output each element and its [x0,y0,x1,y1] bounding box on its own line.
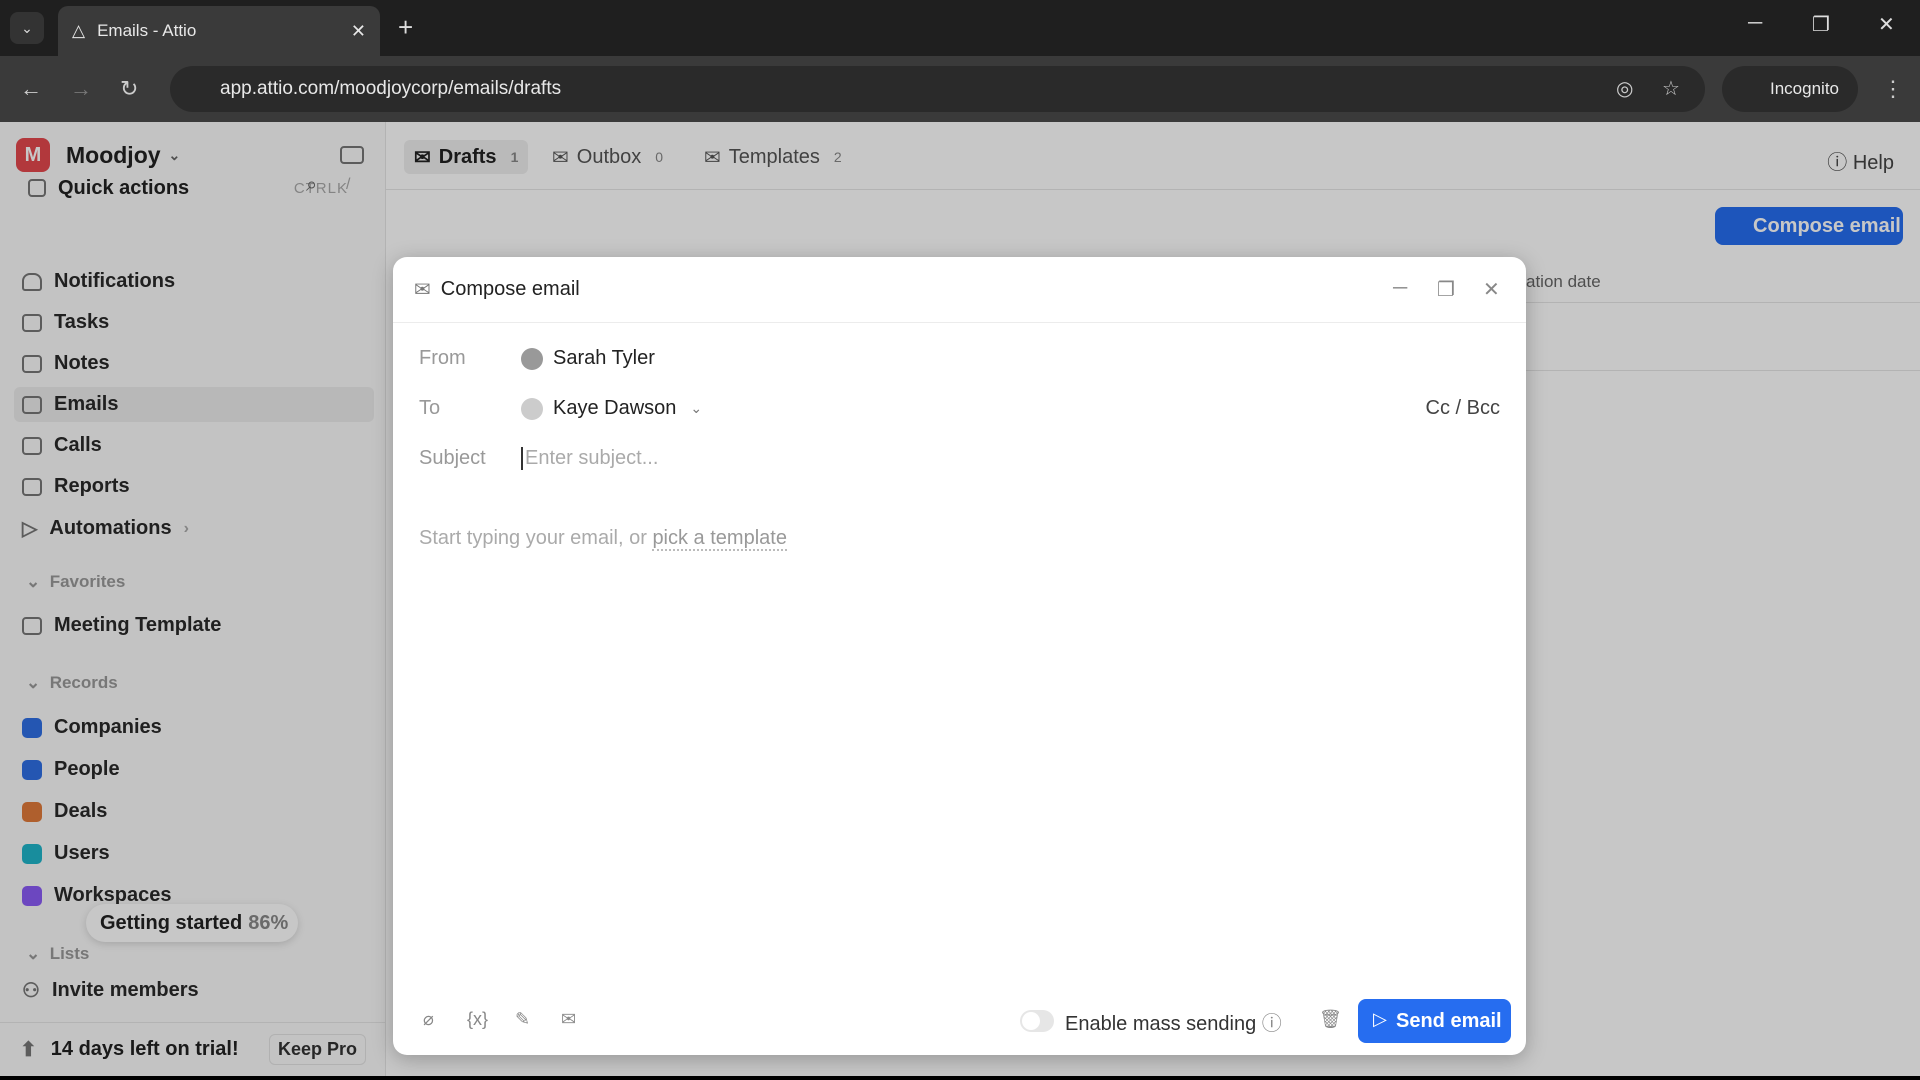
modal-footer: ⌀ {x} ✎ ✉ Enable mass sending ⓘ 🗑 Send e… [393,985,1526,1055]
variable-icon[interactable]: {x} [467,1009,488,1030]
to-value[interactable]: Kaye Dawson [553,397,676,420]
send-icon: ▷ [1373,1009,1387,1029]
modal-header: ✉ Compose email ─ ❐ ✕ [393,257,1526,323]
close-icon[interactable]: ✕ [1483,277,1500,302]
tab-search-button[interactable]: ⌄ [10,12,44,44]
modal-title: Compose email [440,278,580,300]
eye-off-icon[interactable]: ◎ [1616,76,1633,101]
recipient-avatar [521,397,543,420]
expand-icon[interactable]: ❐ [1437,277,1455,302]
email-body[interactable]: Start typing your email, or pick a templ… [419,527,787,551]
label: Send email [1396,1010,1502,1032]
restore-window-icon[interactable]: ❐ [1812,12,1830,37]
incognito-indicator[interactable]: Incognito [1722,66,1858,112]
cc-bcc-button[interactable]: Cc / Bcc [1426,397,1500,420]
browser-menu-icon[interactable]: ⋮ [1882,76,1904,102]
mass-sending-label: Enable mass sending ⓘ [1065,1007,1282,1036]
bookmark-star-icon[interactable]: ☆ [1662,76,1680,101]
forward-icon[interactable]: → [70,76,92,102]
url-field[interactable]: app.attio.com/moodjoycorp/emails/drafts [170,66,1705,112]
close-tab-icon[interactable]: ✕ [351,21,366,42]
mass-sending-toggle[interactable] [1020,1010,1054,1032]
close-window-icon[interactable]: ✕ [1878,12,1895,37]
compose-email-modal: ✉ Compose email ─ ❐ ✕ From Sarah Tyler T… [393,257,1526,1055]
to-row: To Kaye Dawson ⌄ [419,397,702,420]
subject-label: Subject [419,447,486,469]
attachment-icon[interactable]: ⌀ [423,1009,434,1030]
pick-template-link[interactable]: pick a template [652,527,787,551]
insert-template-icon[interactable]: ✉ [561,1009,576,1030]
browser-tab-bar: ⌄ △ Emails - Attio ✕ + ─ ❐ ✕ [0,0,1920,56]
signature-pen-icon[interactable]: ✎ [515,1009,530,1030]
new-tab-button[interactable]: + [398,12,413,43]
from-label: From [419,347,466,369]
tab-title: Emails - Attio [97,21,197,40]
to-label: To [419,397,441,419]
from-value[interactable]: Sarah Tyler [553,347,655,370]
from-row: From Sarah Tyler [419,347,655,370]
sender-avatar [521,347,543,370]
compose-icon: ✉ [414,279,431,301]
attio-favicon-icon: △ [72,21,86,40]
subject-row: Subject [419,447,1321,470]
minimize-window-icon[interactable]: ─ [1748,12,1762,35]
trash-icon[interactable]: 🗑 [1319,1009,1342,1030]
info-icon[interactable]: ⓘ [1262,1013,1282,1035]
body-placeholder: Start typing your email, or [419,527,653,549]
minimize-icon[interactable]: ─ [1393,277,1407,300]
address-bar-row: ← → ↻ app.attio.com/moodjoycorp/emails/d… [0,56,1920,122]
browser-tab[interactable]: △ Emails - Attio ✕ [58,6,380,56]
label: Enable mass sending [1065,1013,1257,1035]
chevron-down-icon[interactable]: ⌄ [690,400,702,417]
reload-icon[interactable]: ↻ [120,76,138,102]
subject-input[interactable] [521,447,1321,470]
back-icon[interactable]: ← [20,76,42,102]
